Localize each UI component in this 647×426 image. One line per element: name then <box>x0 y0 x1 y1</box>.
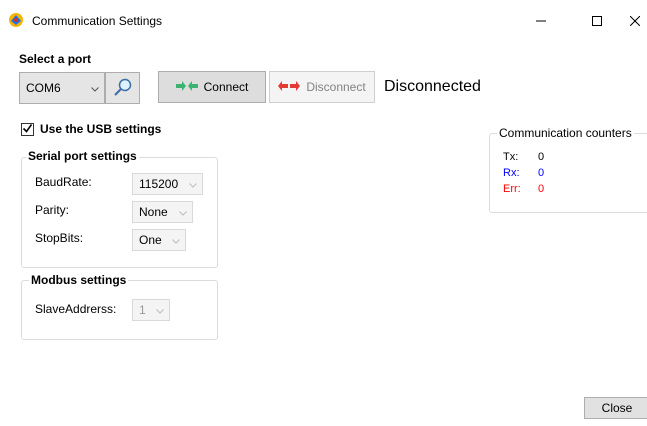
err-label: Err: <box>503 183 521 195</box>
use-usb-label[interactable]: Use the USB settings <box>40 122 161 136</box>
rx-label: Rx: <box>503 167 520 179</box>
rx-value: 0 <box>538 167 545 179</box>
connect-arrows-icon <box>175 80 198 94</box>
title-bar: Communication Settings <box>0 0 647 42</box>
chevron-down-icon <box>189 177 197 191</box>
connect-label: Connect <box>203 80 249 94</box>
close-icon <box>630 16 640 26</box>
stopbits-select[interactable]: One <box>132 229 186 251</box>
window-title: Communication Settings <box>32 14 163 28</box>
port-select[interactable]: COM6 <box>19 72 105 104</box>
connect-button[interactable]: Connect <box>158 71 266 103</box>
err-value: 0 <box>538 183 545 195</box>
use-usb-checkbox[interactable] <box>21 123 34 136</box>
port-select-value: COM6 <box>26 81 61 95</box>
tx-label: Tx: <box>503 151 519 163</box>
parity-label: Parity: <box>35 203 70 217</box>
baudrate-label: BaudRate: <box>35 175 92 189</box>
modbus-settings-title: Modbus settings <box>29 273 129 287</box>
checkmark-icon <box>22 123 33 137</box>
search-port-button[interactable] <box>105 72 140 104</box>
select-port-label: Select a port <box>19 52 92 66</box>
chevron-down-icon <box>156 303 164 317</box>
counters-title: Communication counters <box>497 126 634 140</box>
stopbits-label: StopBits: <box>35 231 84 245</box>
close-window-button[interactable] <box>612 0 647 42</box>
parity-value: None <box>139 205 168 219</box>
maximize-icon <box>592 16 602 26</box>
minimize-icon <box>536 16 546 26</box>
disconnect-label: Disconnect <box>306 80 366 94</box>
slave-address-value: 1 <box>139 303 146 317</box>
communication-settings-window: Communication Settings Select a port COM… <box>0 0 647 426</box>
tx-value: 0 <box>538 151 545 163</box>
serial-settings-title: Serial port settings <box>26 149 139 163</box>
slave-address-label: SlaveAddrerss: <box>35 302 117 316</box>
baudrate-select[interactable]: 115200 <box>132 173 203 195</box>
chevron-down-icon <box>172 233 180 247</box>
connection-status: Disconnected <box>384 78 481 95</box>
app-icon <box>8 12 24 28</box>
baudrate-value: 115200 <box>139 177 179 191</box>
minimize-button[interactable] <box>518 0 564 42</box>
chevron-down-icon <box>91 81 99 95</box>
slave-address-select[interactable]: 1 <box>132 299 170 321</box>
search-icon <box>113 77 133 100</box>
close-button[interactable]: Close <box>584 397 647 419</box>
parity-select[interactable]: None <box>132 201 193 223</box>
close-label: Close <box>601 401 633 415</box>
stopbits-value: One <box>139 233 162 247</box>
chevron-down-icon <box>179 205 187 219</box>
disconnect-arrows-icon <box>278 80 301 94</box>
disconnect-button[interactable]: Disconnect <box>269 71 375 103</box>
